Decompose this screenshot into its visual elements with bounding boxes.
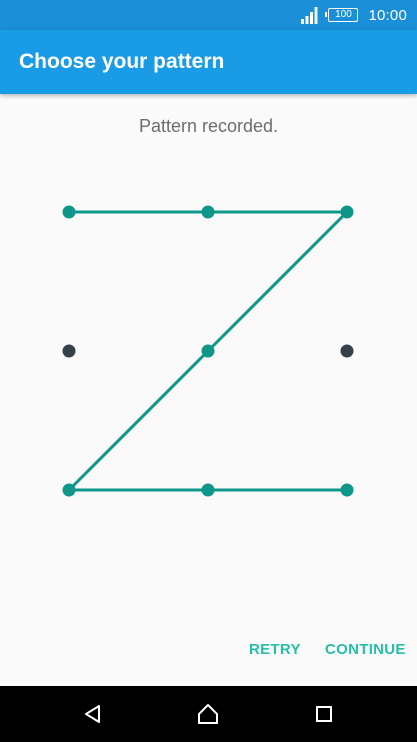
signal-icon (301, 7, 318, 24)
recent-apps-icon (316, 706, 332, 722)
status-bar: 100 10:00 (0, 0, 417, 30)
pattern-status-message: Pattern recorded. (138, 116, 279, 136)
pattern-dot-9[interactable] (340, 483, 354, 497)
clock: 10:00 (368, 6, 407, 24)
pattern-dot-8[interactable] (201, 483, 215, 497)
pattern-segment (206, 210, 349, 353)
page-title: Choose your pattern (19, 50, 225, 73)
pattern-dot-2[interactable] (201, 205, 215, 219)
pattern-grid[interactable] (0, 140, 417, 560)
navigation-bar (0, 686, 417, 742)
recent-apps-button[interactable] (294, 686, 354, 742)
pattern-dot-6[interactable] (340, 344, 354, 358)
pattern-segment (67, 349, 210, 492)
home-button[interactable] (178, 686, 238, 742)
pattern-dot-3[interactable] (340, 205, 354, 219)
status-icons: 100 10:00 (300, 0, 407, 30)
retry-button[interactable]: RETRY (249, 636, 301, 664)
back-icon (85, 705, 100, 723)
pattern-dot-1[interactable] (62, 205, 76, 219)
battery-level: 100 (335, 9, 352, 20)
battery-icon: 100 (325, 8, 359, 22)
continue-button[interactable]: CONTINUE (325, 636, 406, 664)
pattern-dot-7[interactable] (62, 483, 76, 497)
pattern-dot-4[interactable] (62, 344, 76, 358)
app-bar: Choose your pattern (0, 30, 417, 94)
pattern-lock-area[interactable] (0, 140, 417, 560)
pattern-dot-5[interactable] (201, 344, 215, 358)
home-icon (198, 704, 218, 724)
back-button[interactable] (63, 686, 123, 742)
